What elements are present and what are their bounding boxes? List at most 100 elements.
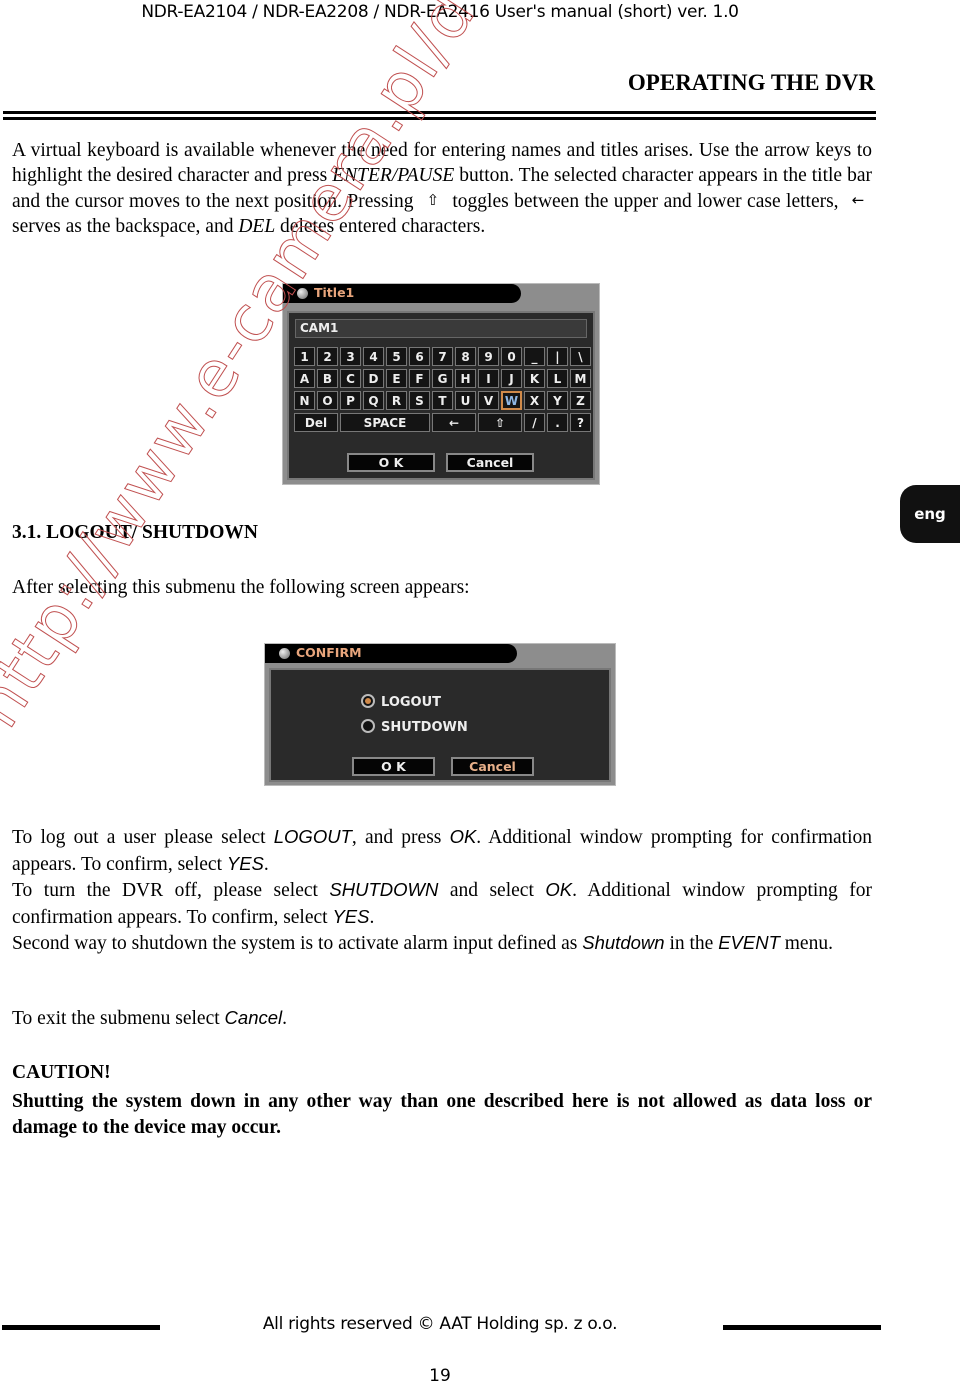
cancel-term: Cancel <box>224 1007 283 1028</box>
key-q[interactable]: Q <box>363 391 384 410</box>
text: . <box>369 906 375 928</box>
text: . <box>263 853 269 875</box>
key-slash[interactable]: / <box>524 413 545 432</box>
key-b[interactable]: B <box>317 369 338 388</box>
key-a[interactable]: A <box>294 369 315 388</box>
key-m[interactable]: M <box>570 369 591 388</box>
section-heading: 3.1. LOGOUT/ SHUTDOWN <box>12 522 258 543</box>
key-s[interactable]: S <box>409 391 430 410</box>
radio-logout[interactable]: LOGOUT <box>361 694 441 710</box>
section-title: OPERATING THE DVR <box>627 70 875 95</box>
key-pipe[interactable]: | <box>547 347 568 366</box>
intro-paragraph: A virtual keyboard is available whenever… <box>12 138 872 239</box>
key-0[interactable]: 0 <box>501 347 522 366</box>
key-8[interactable]: 8 <box>455 347 476 366</box>
key-k[interactable]: K <box>524 369 545 388</box>
key-backslash[interactable]: \ <box>570 347 591 366</box>
shift-arrow-icon[interactable]: ⇧ <box>478 413 522 432</box>
header-rule <box>3 111 876 114</box>
yes-term: YES <box>332 905 370 927</box>
caution-text: Shutting the system down in any other wa… <box>12 1091 872 1138</box>
key-d[interactable]: D <box>363 369 384 388</box>
logout-term: LOGOUT <box>273 826 352 847</box>
intro-text-5: deletes entered characters. <box>275 216 486 237</box>
key-1[interactable]: 1 <box>294 347 315 366</box>
confirm-window: CONFIRM LOGOUT SHUTDOWN O K Cancel <box>264 643 616 786</box>
text: To turn the DVR off, please select <box>12 880 330 901</box>
title-input[interactable]: CAM1 <box>295 319 587 338</box>
shutdown-term: Shutdown <box>582 932 665 953</box>
key-j[interactable]: J <box>501 369 522 388</box>
ok-term: OK <box>449 826 477 847</box>
radio-unselected-icon <box>361 719 375 733</box>
event-term: EVENT <box>718 932 780 953</box>
running-header: NDR-EA2104 / NDR-EA2208 / NDR-EA2416 Use… <box>141 2 739 22</box>
key-e[interactable]: E <box>386 369 407 388</box>
text: , and press <box>351 827 450 848</box>
keyboard-titlebar: Title1 <box>283 284 521 303</box>
keyboard-title: Title1 <box>314 285 355 300</box>
key-x[interactable]: X <box>524 391 545 410</box>
key-4[interactable]: 4 <box>363 347 384 366</box>
key-o[interactable]: O <box>317 391 338 410</box>
key-p[interactable]: P <box>340 391 361 410</box>
key-5[interactable]: 5 <box>386 347 407 366</box>
keyboard-ok-button[interactable]: O K <box>347 453 435 472</box>
text: menu. <box>779 933 833 954</box>
key-9[interactable]: 9 <box>478 347 499 366</box>
text: . <box>282 1008 288 1029</box>
key-u[interactable]: U <box>455 391 476 410</box>
text: Second way to shutdown the system is to … <box>12 933 583 954</box>
instructions-paragraph: To log out a user please select LOGOUT, … <box>12 824 872 957</box>
backspace-arrow-icon[interactable]: ← <box>432 413 476 432</box>
key-r[interactable]: R <box>386 391 407 410</box>
key-3[interactable]: 3 <box>340 347 361 366</box>
key-question[interactable]: ? <box>570 413 591 432</box>
confirm-body: LOGOUT SHUTDOWN O K Cancel <box>269 668 611 782</box>
text: To log out a user please select <box>12 827 274 848</box>
keyboard-body: CAM1 1 2 3 4 5 6 7 8 9 0 _ | \ A B C D E F G H I J K L M N O P Q R S T U V… <box>287 311 595 480</box>
virtual-keyboard-window: Title1 CAM1 1 2 3 4 5 6 7 8 9 0 _ | \ A B C D E F G H I J K L M N O… <box>282 283 600 485</box>
ok-term: OK <box>545 879 573 900</box>
key-2[interactable]: 2 <box>317 347 338 366</box>
after-selecting-text: After selecting this submenu the followi… <box>12 577 470 598</box>
key-y[interactable]: Y <box>547 391 568 410</box>
text: To exit the submenu select <box>12 1008 225 1029</box>
confirm-cancel-button[interactable]: Cancel <box>451 757 534 776</box>
key-h[interactable]: H <box>455 369 476 388</box>
shutdown-term: SHUTDOWN <box>329 879 439 900</box>
key-v[interactable]: V <box>478 391 499 410</box>
title-ball-icon <box>297 288 308 299</box>
del-term: DEL <box>238 216 276 237</box>
key-l[interactable]: L <box>547 369 568 388</box>
key-c[interactable]: C <box>340 369 361 388</box>
confirm-titlebar: CONFIRM <box>265 644 517 663</box>
key-n[interactable]: N <box>294 391 315 410</box>
key-space[interactable]: SPACE <box>340 413 430 432</box>
key-w[interactable]: W <box>501 391 522 410</box>
caution-title: CAUTION! <box>12 1062 111 1083</box>
key-del[interactable]: Del <box>294 413 338 432</box>
key-z[interactable]: Z <box>570 391 591 410</box>
intro-text-4: serves as the backspace, and <box>12 216 239 237</box>
text: in the <box>664 933 719 954</box>
keyboard-cancel-button[interactable]: Cancel <box>446 453 534 472</box>
radio-shutdown-label: SHUTDOWN <box>381 720 468 735</box>
page-number: 19 <box>429 1366 451 1386</box>
radio-selected-icon <box>361 694 375 708</box>
confirm-ok-button[interactable]: O K <box>352 757 435 776</box>
key-t[interactable]: T <box>432 391 453 410</box>
alarm-instruction: Second way to shutdown the system is to … <box>12 930 872 957</box>
key-underscore[interactable]: _ <box>524 347 545 366</box>
key-6[interactable]: 6 <box>409 347 430 366</box>
key-g[interactable]: G <box>432 369 453 388</box>
key-f[interactable]: F <box>409 369 430 388</box>
key-i[interactable]: I <box>478 369 499 388</box>
key-dot[interactable]: . <box>547 413 568 432</box>
logout-instruction: To log out a user please select LOGOUT, … <box>12 824 872 877</box>
footer-rule-right <box>723 1325 881 1330</box>
key-7[interactable]: 7 <box>432 347 453 366</box>
shift-arrow-icon: ⇧ <box>426 191 440 209</box>
confirm-title: CONFIRM <box>296 645 362 660</box>
radio-shutdown[interactable]: SHUTDOWN <box>361 719 468 735</box>
